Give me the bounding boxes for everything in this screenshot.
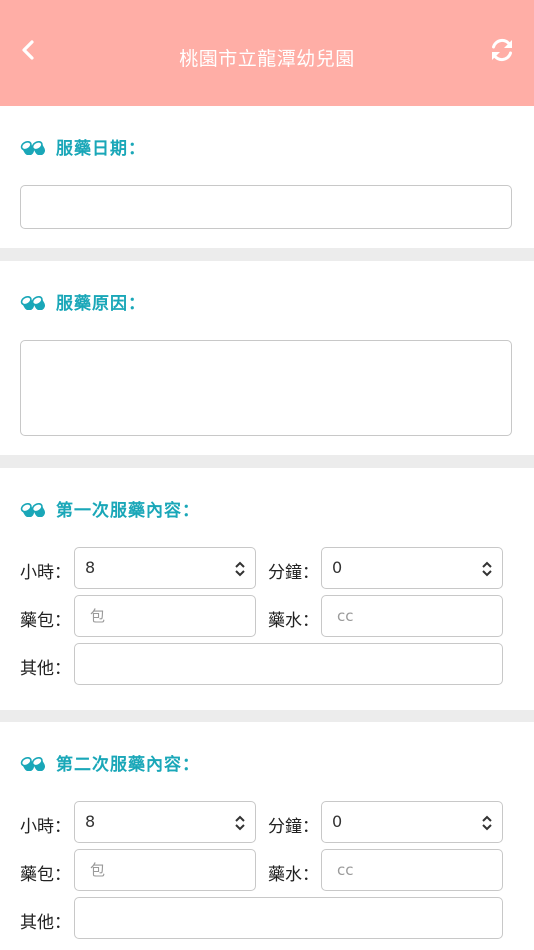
dose-section-label: 第二次服藥內容： bbox=[56, 755, 200, 775]
pill-icon bbox=[20, 502, 45, 517]
pill-icon bbox=[20, 140, 45, 155]
liquid-label: 藥水： bbox=[268, 865, 319, 885]
minute-value: 0 bbox=[332, 812, 343, 831]
dose-section-2: 第二次服藥內容： 小時： 8 分鐘： 0 藥包： 包 藥水： cc 其他： bbox=[0, 722, 534, 950]
minute-label: 分鐘： bbox=[268, 563, 319, 583]
date-section-header: 服藥日期： bbox=[20, 134, 146, 159]
minute-value: 0 bbox=[332, 558, 343, 577]
hour-label: 小時： bbox=[20, 563, 71, 583]
select-arrows-icon bbox=[482, 815, 492, 831]
packet-label: 藥包： bbox=[20, 611, 71, 631]
other-input[interactable] bbox=[74, 643, 503, 685]
pill-icon bbox=[20, 295, 45, 310]
packet-label: 藥包： bbox=[20, 865, 71, 885]
liquid-label: 藥水： bbox=[268, 611, 319, 631]
packet-input[interactable]: 包 bbox=[74, 595, 256, 637]
liquid-input[interactable]: cc bbox=[321, 595, 503, 637]
packet-input[interactable]: 包 bbox=[74, 849, 256, 891]
dose-section-label: 第一次服藥內容： bbox=[56, 501, 200, 521]
hour-select[interactable]: 8 bbox=[74, 547, 256, 589]
packet-placeholder: 包 bbox=[90, 861, 106, 879]
liquid-placeholder: cc bbox=[337, 607, 354, 625]
select-arrows-icon bbox=[235, 561, 245, 577]
dose-section-header: 第一次服藥內容： bbox=[20, 496, 200, 521]
hour-select[interactable]: 8 bbox=[74, 801, 256, 843]
reason-section: 服藥原因： bbox=[0, 261, 534, 455]
date-section: 服藥日期： bbox=[0, 106, 534, 248]
dose-section-1: 第一次服藥內容： 小時： 8 分鐘： 0 藥包： 包 藥水： cc 其他： bbox=[0, 468, 534, 710]
select-arrows-icon bbox=[482, 561, 492, 577]
other-input[interactable] bbox=[74, 897, 503, 939]
liquid-placeholder: cc bbox=[337, 861, 354, 879]
app-header: 桃園市立龍潭幼兒園 bbox=[0, 0, 534, 106]
date-section-label: 服藥日期： bbox=[56, 139, 146, 159]
refresh-icon[interactable] bbox=[488, 36, 516, 64]
reason-textarea[interactable] bbox=[20, 340, 512, 436]
hour-value: 8 bbox=[85, 558, 96, 577]
select-arrows-icon bbox=[235, 815, 245, 831]
other-label: 其他： bbox=[20, 913, 71, 933]
hour-value: 8 bbox=[85, 812, 96, 831]
reason-section-header: 服藥原因： bbox=[20, 289, 146, 314]
reason-section-label: 服藥原因： bbox=[56, 294, 146, 314]
dose-section-header: 第二次服藥內容： bbox=[20, 750, 200, 775]
minute-select[interactable]: 0 bbox=[321, 801, 503, 843]
minute-select[interactable]: 0 bbox=[321, 547, 503, 589]
date-input[interactable] bbox=[20, 185, 512, 229]
other-label: 其他： bbox=[20, 659, 71, 679]
packet-placeholder: 包 bbox=[90, 607, 106, 625]
minute-label: 分鐘： bbox=[268, 817, 319, 837]
pill-icon bbox=[20, 756, 45, 771]
page-title: 桃園市立龍潭幼兒園 bbox=[179, 48, 355, 70]
liquid-input[interactable]: cc bbox=[321, 849, 503, 891]
hour-label: 小時： bbox=[20, 817, 71, 837]
